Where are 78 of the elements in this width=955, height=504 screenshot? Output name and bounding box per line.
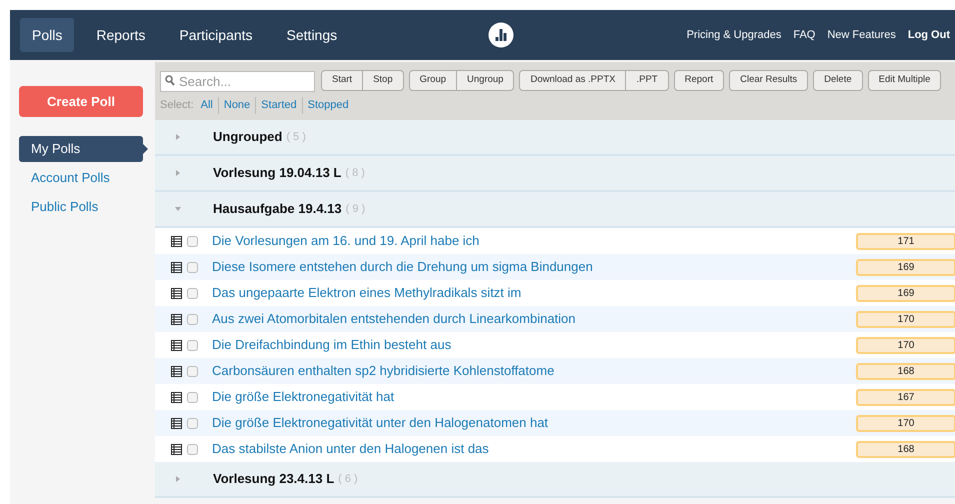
nav-link[interactable]: Log Out: [908, 26, 950, 44]
toolbar-button[interactable]: Clear Results: [730, 71, 808, 90]
checkbox[interactable]: [187, 236, 198, 246]
expand-triangle-icon: [175, 134, 181, 140]
checkbox[interactable]: [187, 288, 198, 298]
group-name: Hausaufgabe 19.4.13: [213, 200, 342, 218]
poll-title-link[interactable]: Das ungepaarte Elektron eines Methylradikals sitzt im: [212, 283, 522, 303]
response-count: 168: [856, 440, 955, 458]
poll-title-link[interactable]: Die Vorlesungen am 16. und 19. April habe ich: [212, 231, 480, 251]
search-icon: [165, 75, 175, 86]
list-icon: [171, 418, 182, 428]
group-header[interactable]: Vorlesung 23.4.13 L ( 6 ): [155, 462, 955, 498]
toolbar-button[interactable]: Edit Multiple: [868, 71, 940, 90]
checkbox[interactable]: [187, 340, 198, 350]
toolbar-button[interactable]: Group: [410, 71, 456, 90]
checkbox[interactable]: [187, 366, 198, 376]
group-name: Vorlesung 23.4.13 L: [213, 470, 334, 488]
list-icon: [171, 444, 182, 454]
expand-triangle-icon: [175, 170, 181, 176]
response-count: 170: [856, 336, 955, 354]
list-icon: [171, 262, 182, 272]
group-name: Vorlesung 19.04.13 L: [213, 164, 342, 182]
poll-title-link[interactable]: Die Dreifachbindung im Ethin besteht aus: [212, 335, 452, 355]
list-icon: [171, 288, 182, 298]
checkbox[interactable]: [187, 314, 198, 324]
poll-title-link[interactable]: Diese Isomere entstehen durch die Drehung um sigma Bindungen: [212, 257, 593, 277]
list-icon: [171, 314, 182, 324]
toolbar-button[interactable]: .PPT: [625, 71, 668, 90]
sidebar-item[interactable]: My Polls: [19, 136, 143, 162]
response-count: 170: [856, 310, 955, 328]
poll-title-link[interactable]: Die größe Elektronegativität hat: [212, 387, 394, 407]
collapse-triangle-icon: [175, 206, 181, 212]
group-count: ( 5 ): [286, 130, 306, 145]
nav-tab[interactable]: Settings: [274, 18, 350, 52]
nav-tab[interactable]: Participants: [167, 18, 265, 52]
search-field[interactable]: Search...: [160, 71, 315, 92]
response-count: 171: [856, 232, 955, 250]
bar-chart-logo-icon[interactable]: [488, 22, 514, 48]
group-header[interactable]: Ungrouped ( 5 ): [155, 120, 955, 156]
nav-tab[interactable]: Reports: [84, 18, 158, 52]
toolbar-button[interactable]: Stop: [362, 71, 403, 90]
checkbox[interactable]: [187, 262, 198, 272]
poll-title-link[interactable]: Carbonsäuren enthalten sp2 hybridisierte Kohlenstoffatome: [212, 361, 554, 381]
toolbar-button[interactable]: Start: [322, 71, 362, 90]
group-count: ( 9 ): [346, 202, 366, 217]
sidebar-item[interactable]: Public Polls: [19, 193, 143, 220]
nav-link[interactable]: Pricing & Upgrades: [686, 26, 782, 44]
poll-title-link[interactable]: Die größe Elektronegativität unter den Halogenatomen hat: [212, 413, 548, 433]
selection-pointer-icon: [143, 144, 148, 154]
group-header[interactable]: Vorlesung 19.04.13 L ( 8 ): [155, 156, 955, 192]
sidebar-item[interactable]: Account Polls: [19, 164, 143, 191]
list-icon: [171, 340, 182, 350]
toolbar-button[interactable]: Ungroup: [456, 71, 514, 90]
checkbox[interactable]: [187, 418, 198, 428]
select-label: Select:: [160, 98, 194, 113]
poll-title-link[interactable]: Das stabilste Anion unter den Halogenen ist das: [212, 439, 489, 459]
response-count: 168: [856, 362, 955, 380]
response-count: 169: [856, 258, 955, 276]
toolbar-button[interactable]: Delete: [814, 71, 862, 90]
expand-triangle-icon: [175, 476, 181, 482]
list-icon: [171, 236, 182, 246]
checkbox[interactable]: [187, 392, 198, 402]
toolbar-button[interactable]: Download as .PPTX: [520, 71, 626, 90]
nav-link[interactable]: FAQ: [793, 26, 816, 44]
nav-tab[interactable]: Polls: [20, 18, 74, 52]
list-icon: [171, 392, 182, 402]
group-count: ( 6 ): [338, 472, 358, 487]
list-icon: [171, 366, 182, 376]
nav-link[interactable]: New Features: [827, 26, 896, 44]
group-count: ( 8 ): [345, 166, 365, 181]
group-name: Ungrouped: [213, 128, 282, 146]
response-count: 169: [856, 284, 955, 302]
toolbar-button[interactable]: Report: [674, 71, 724, 90]
response-count: 167: [856, 388, 955, 406]
group-header[interactable]: Hausaufgabe 19.4.13 ( 9 ): [155, 192, 955, 228]
response-count: 170: [856, 414, 955, 432]
poll-title-link[interactable]: Aus zwei Atomorbitalen entstehenden durch Linearkombination: [212, 309, 576, 329]
checkbox[interactable]: [187, 444, 198, 454]
